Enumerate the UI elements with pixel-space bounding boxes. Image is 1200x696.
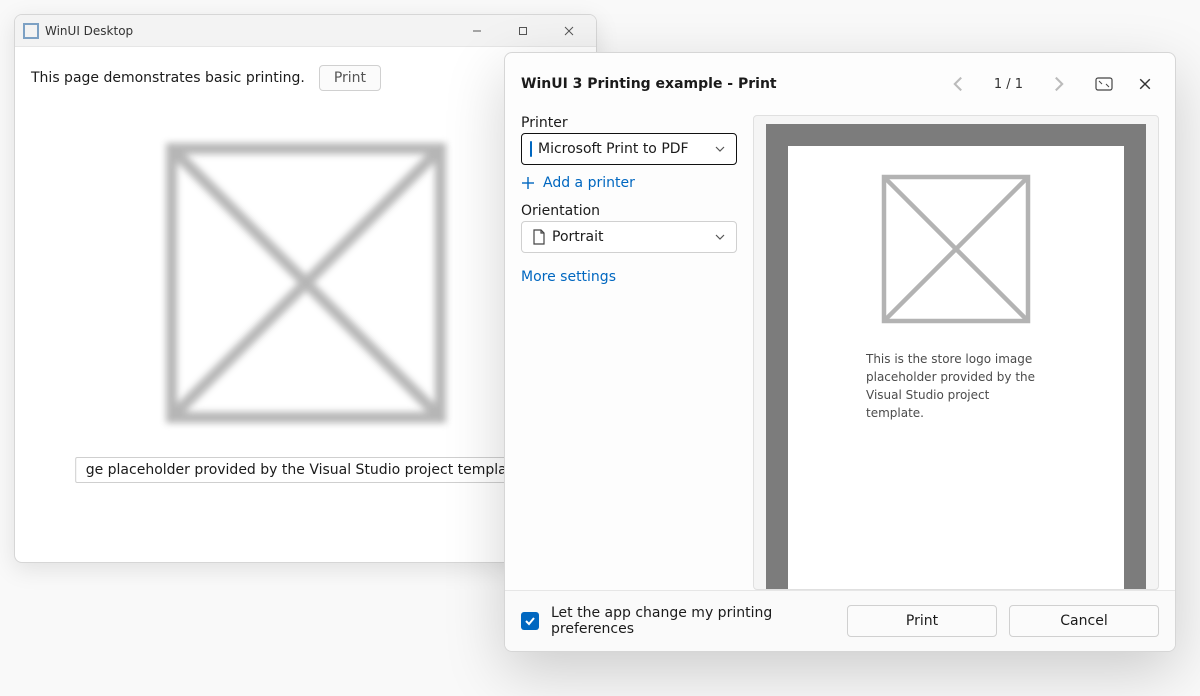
- next-page-button[interactable]: [1051, 76, 1067, 92]
- more-settings-link[interactable]: More settings: [521, 269, 737, 285]
- preview-pager: 1 / 1: [950, 76, 1113, 92]
- prefs-checkbox[interactable]: [521, 612, 539, 630]
- printer-selected: Microsoft Print to PDF: [532, 141, 714, 157]
- dialog-print-button[interactable]: Print: [847, 605, 997, 637]
- page-icon: [532, 229, 546, 245]
- placeholder-image: [166, 143, 446, 423]
- preview-placeholder-image: [881, 174, 1031, 324]
- app-icon: [23, 23, 39, 39]
- orientation-selected: Portrait: [546, 229, 714, 245]
- print-preview: This is the store logo image placeholder…: [753, 115, 1159, 590]
- preview-caption: This is the store logo image placeholder…: [866, 350, 1046, 422]
- dialog-footer: Let the app change my printing preferenc…: [505, 590, 1175, 651]
- prefs-checkbox-label: Let the app change my printing preferenc…: [551, 605, 835, 637]
- chevron-down-icon: [714, 143, 726, 155]
- dialog-title: WinUI 3 Printing example - Print: [521, 76, 950, 92]
- minimize-button[interactable]: [454, 15, 500, 47]
- app-description: This page demonstrates basic printing.: [31, 70, 305, 86]
- close-button[interactable]: [546, 15, 592, 47]
- maximize-button[interactable]: [500, 15, 546, 47]
- orientation-label: Orientation: [521, 203, 737, 219]
- plus-icon: [521, 176, 535, 190]
- orientation-select[interactable]: Portrait: [521, 221, 737, 253]
- add-printer-label: Add a printer: [543, 175, 635, 191]
- chevron-down-icon: [714, 231, 726, 243]
- printer-label: Printer: [521, 115, 737, 131]
- fit-to-page-icon[interactable]: [1095, 77, 1113, 91]
- print-button[interactable]: Print: [319, 65, 381, 91]
- add-printer-link[interactable]: Add a printer: [521, 175, 737, 191]
- dialog-cancel-button[interactable]: Cancel: [1009, 605, 1159, 637]
- print-dialog: WinUI 3 Printing example - Print 1 / 1 P…: [504, 52, 1176, 652]
- prev-page-button[interactable]: [950, 76, 966, 92]
- printer-select[interactable]: Microsoft Print to PDF: [521, 133, 737, 165]
- page-counter: 1 / 1: [994, 77, 1023, 92]
- app-caption: ge placeholder provided by the Visual St…: [75, 457, 537, 483]
- app-titlebar: WinUI Desktop: [15, 15, 596, 47]
- app-title: WinUI Desktop: [45, 24, 133, 38]
- page-sheet: This is the store logo image placeholder…: [788, 146, 1124, 590]
- print-settings-panel: Printer Microsoft Print to PDF Add a pri…: [521, 115, 737, 590]
- page-frame: This is the store logo image placeholder…: [766, 124, 1146, 590]
- dialog-header: WinUI 3 Printing example - Print 1 / 1: [505, 53, 1175, 103]
- dialog-close-button[interactable]: [1131, 70, 1159, 98]
